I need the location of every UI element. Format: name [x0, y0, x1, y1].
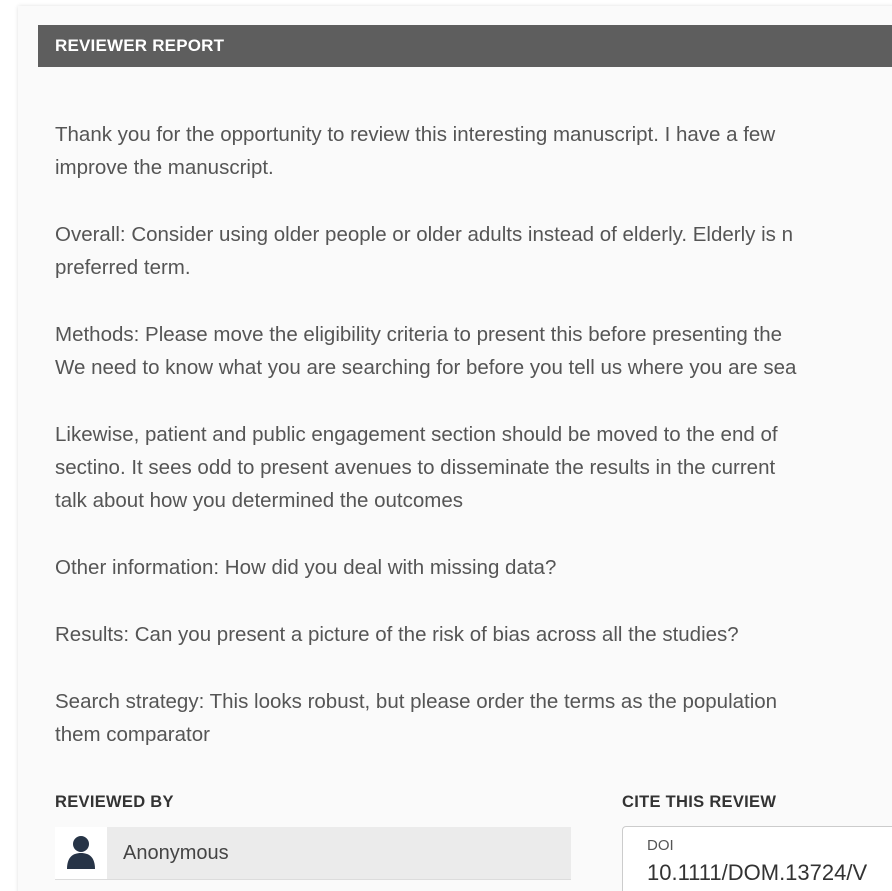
doi-label: DOI	[647, 837, 674, 854]
report-paragraph-engagement: Likewise, patient and public engagement …	[55, 423, 778, 512]
cite-this-review-label: CITE THIS REVIEW	[622, 793, 777, 811]
doi-value[interactable]: 10.1111/DOM.13724/V	[647, 860, 867, 886]
report-paragraph-methods: Methods: Please move the eligibility cri…	[55, 323, 797, 379]
reviewer-card[interactable]: Anonymous	[55, 827, 571, 880]
avatar	[55, 827, 107, 879]
reviewed-by-label: REVIEWED BY	[55, 793, 174, 811]
reviewer-name: Anonymous	[123, 842, 229, 864]
report-paragraph-results: Results: Can you present a picture of th…	[55, 623, 739, 646]
person-icon	[67, 836, 95, 869]
reviewer-report-header: REVIEWER REPORT	[38, 25, 892, 67]
report-paragraph-intro: Thank you for the opportunity to review …	[55, 123, 776, 179]
report-body: Thank you for the opportunity to review …	[55, 118, 892, 785]
report-paragraph-search-strategy: Search strategy: This looks robust, but …	[55, 690, 778, 746]
doi-citation-box[interactable]: DOI 10.1111/DOM.13724/V	[622, 826, 892, 891]
report-paragraph-other-information: Other information: How did you deal with…	[55, 556, 557, 579]
report-paragraph-overall: Overall: Consider using older people or …	[55, 223, 794, 279]
page-background: REVIEWER REPORT Thank you for the opport…	[0, 0, 892, 891]
